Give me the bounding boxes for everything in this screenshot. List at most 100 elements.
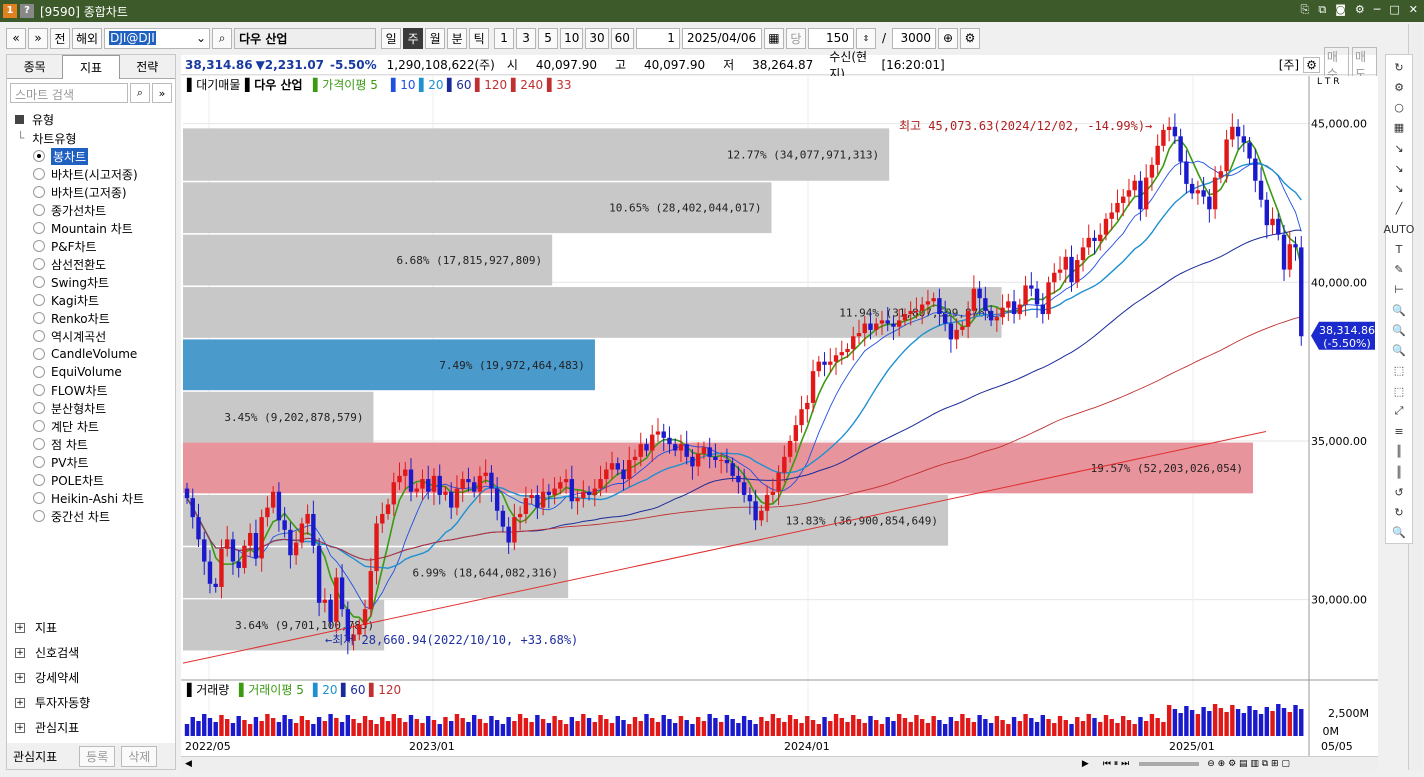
- minimize-icon[interactable]: ─: [1374, 3, 1381, 17]
- chart-area[interactable]: 45,000.00 40,000.00 35,000.00 30,000.00 2022…: [181, 76, 1378, 756]
- draw-tool-icon[interactable]: ≡: [1388, 422, 1410, 442]
- draw-tool-icon[interactable]: ✎: [1388, 260, 1410, 280]
- draw-tool-icon[interactable]: T: [1388, 239, 1410, 259]
- overseas-button[interactable]: 해외: [72, 27, 103, 49]
- symbol-code-input[interactable]: DJI@DJI ⌄: [104, 27, 211, 49]
- chart-type-item[interactable]: EquiVolume: [17, 363, 175, 381]
- chevron-down-icon[interactable]: ⌄: [196, 31, 206, 45]
- interval-input[interactable]: 1: [635, 27, 680, 49]
- tab-stock[interactable]: 종목: [7, 55, 63, 79]
- gear-icon[interactable]: ⚙: [1303, 56, 1320, 73]
- radio-icon[interactable]: [33, 384, 45, 396]
- draw-tool-icon[interactable]: ╱: [1388, 199, 1410, 219]
- period-month[interactable]: 월: [425, 27, 446, 49]
- draw-tool-icon[interactable]: ║: [1388, 462, 1410, 482]
- zoom-in-icon[interactable]: ⊕: [937, 27, 958, 49]
- camera-icon[interactable]: ◙: [1335, 3, 1346, 17]
- section-2[interactable]: + 강세약세: [7, 665, 175, 690]
- total-input[interactable]: 3000: [891, 27, 936, 49]
- radio-icon[interactable]: [33, 492, 45, 504]
- chart-type-item[interactable]: 계단 차트: [17, 417, 175, 435]
- radio-icon[interactable]: [33, 222, 45, 234]
- chart-type-item[interactable]: FLOW차트: [17, 381, 175, 399]
- all-button[interactable]: 전: [50, 27, 70, 49]
- radio-icon[interactable]: [33, 474, 45, 486]
- prev-button[interactable]: «: [6, 27, 26, 49]
- chart-type-item[interactable]: Mountain 차트: [17, 219, 175, 237]
- chart-type-item[interactable]: CandleVolume: [17, 345, 175, 363]
- chart-type-item[interactable]: Swing차트: [17, 273, 175, 291]
- section-4[interactable]: + 관심지표: [7, 715, 175, 740]
- scroll-thumb[interactable]: ▶: [1082, 759, 1089, 769]
- radio-icon[interactable]: [33, 150, 45, 162]
- interval-60[interactable]: 60: [610, 27, 634, 49]
- draw-tool-icon[interactable]: ↺: [1388, 482, 1410, 502]
- maximize-icon[interactable]: □: [1389, 3, 1399, 17]
- radio-icon[interactable]: [33, 276, 45, 288]
- section-1[interactable]: + 신호검색: [7, 640, 175, 665]
- draw-tool-icon[interactable]: ↻: [1388, 57, 1410, 77]
- radio-icon[interactable]: [33, 168, 45, 180]
- chart-type-item[interactable]: 바차트(고저종): [17, 183, 175, 201]
- calendar-icon[interactable]: ▦: [763, 27, 784, 49]
- tab-strategy[interactable]: 전략: [119, 55, 175, 79]
- draw-tool-icon[interactable]: 🔍: [1388, 320, 1410, 340]
- chart-type-item[interactable]: PV차트: [17, 453, 175, 471]
- chart-type-item[interactable]: 중간선 차트: [17, 507, 175, 525]
- period-day[interactable]: 일: [381, 27, 402, 49]
- draw-tool-icon[interactable]: ⤢: [1388, 401, 1410, 421]
- chart-type-item[interactable]: 점 차트: [17, 435, 175, 453]
- draw-tool-icon[interactable]: ⊢: [1388, 280, 1410, 300]
- chart-type-item[interactable]: P&F차트: [17, 237, 175, 255]
- period-tick[interactable]: 틱: [469, 27, 490, 49]
- scroll-left-icon[interactable]: ◀: [185, 759, 192, 769]
- interval-3[interactable]: 3: [516, 27, 537, 49]
- radio-icon[interactable]: [33, 420, 45, 432]
- draw-tool-icon[interactable]: ↘: [1388, 138, 1410, 158]
- draw-tool-icon[interactable]: 🔍: [1388, 341, 1410, 361]
- help-badge[interactable]: ?: [20, 4, 34, 18]
- tree-root[interactable]: └ 차트유형: [17, 129, 175, 147]
- search-icon[interactable]: ⌕: [212, 27, 233, 49]
- draw-tool-icon[interactable]: ↻: [1388, 503, 1410, 523]
- gear-icon[interactable]: ⚙: [1355, 3, 1365, 17]
- chart-type-item[interactable]: 바차트(시고저종): [17, 165, 175, 183]
- radio-icon[interactable]: [33, 402, 45, 414]
- radio-icon[interactable]: [33, 312, 45, 324]
- settings-window-icon[interactable]: ⧉: [1318, 3, 1326, 17]
- draw-tool-icon[interactable]: ║: [1388, 442, 1410, 462]
- expand-icon[interactable]: +: [15, 622, 25, 633]
- radio-icon[interactable]: [33, 330, 45, 342]
- delete-button[interactable]: 삭제: [121, 745, 158, 767]
- section-0[interactable]: + 지표: [7, 615, 175, 640]
- radio-icon[interactable]: [33, 348, 45, 360]
- interval-30[interactable]: 30: [585, 27, 609, 49]
- draw-tool-icon[interactable]: ↘: [1388, 158, 1410, 178]
- count-input[interactable]: 150: [807, 27, 854, 49]
- radio-icon[interactable]: [33, 294, 45, 306]
- draw-tool-icon[interactable]: 🔍: [1388, 523, 1410, 543]
- radio-icon[interactable]: [33, 258, 45, 270]
- radio-icon[interactable]: [33, 366, 45, 378]
- section-3[interactable]: + 투자자동향: [7, 690, 175, 715]
- chart-type-item[interactable]: 분산형차트: [17, 399, 175, 417]
- price-chart[interactable]: 45,000.00 40,000.00 35,000.00 30,000.00 2022…: [181, 76, 1378, 756]
- radio-icon[interactable]: [33, 186, 45, 198]
- interval-1[interactable]: 1: [494, 27, 515, 49]
- tab-indicator[interactable]: 지표: [62, 55, 120, 79]
- interval-10[interactable]: 10: [560, 27, 584, 49]
- draw-tool-icon[interactable]: 🔍: [1388, 300, 1410, 320]
- window-badge[interactable]: 1: [3, 4, 17, 18]
- chart-type-item[interactable]: Kagi차트: [17, 291, 175, 309]
- radio-icon[interactable]: [33, 240, 45, 252]
- radio-icon[interactable]: [33, 510, 45, 522]
- link-icon[interactable]: ⎘: [1301, 3, 1310, 17]
- chart-type-item[interactable]: POLE차트: [17, 471, 175, 489]
- expand-icon[interactable]: +: [15, 697, 25, 708]
- draw-tool-icon[interactable]: ⬚: [1388, 381, 1410, 401]
- next-button[interactable]: »: [28, 27, 48, 49]
- play-controls[interactable]: ⏮ ⏸ ⏭: [1103, 759, 1129, 769]
- period-minute[interactable]: 분: [447, 27, 468, 49]
- radio-icon[interactable]: [33, 204, 45, 216]
- draw-tool-icon[interactable]: ▦: [1388, 118, 1410, 138]
